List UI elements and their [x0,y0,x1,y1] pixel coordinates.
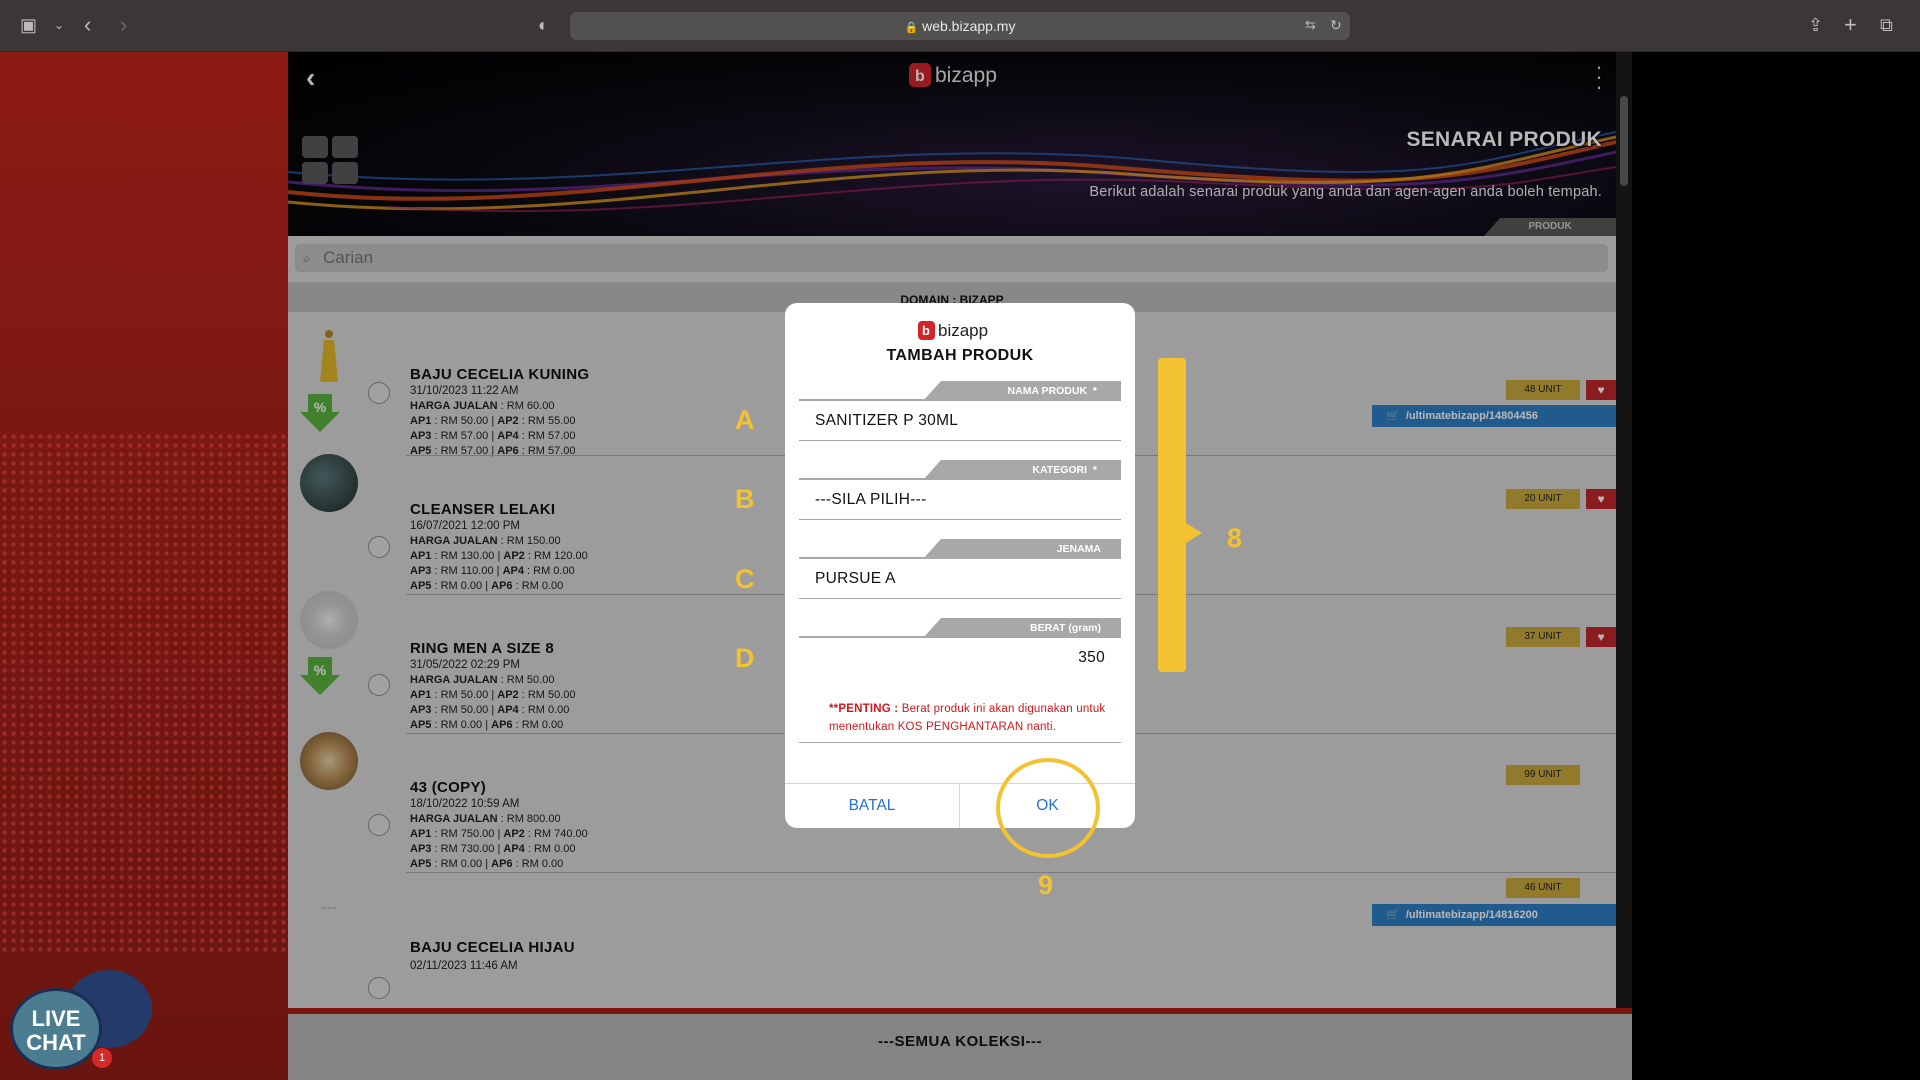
annotation-ok-highlight [996,758,1100,858]
new-tab-icon[interactable]: + [1844,14,1857,36]
left-background [0,52,288,1080]
annotation-a: A [735,405,755,435]
annotation-8: 8 [1227,523,1243,553]
lock-icon: 🔒 [904,22,919,34]
add-product-dialog: b bizapp TAMBAH PRODUK NAMA PRODUK * SAN… [785,303,1135,828]
category-select[interactable]: ---SILA PILIH--- [799,480,1121,520]
field-label-weight: BERAT (gram) [799,618,1121,638]
annotation-c: C [735,564,755,594]
live-chat-line1: LIVE [31,1006,81,1031]
field-label-product-name: NAMA PRODUK * [799,381,1121,401]
cancel-button[interactable]: BATAL [785,784,960,828]
field-label-category: KATEGORI * [799,460,1121,480]
sidebar-toggle-icon[interactable]: ▣ [20,14,37,36]
right-background [1632,52,1920,1080]
annotation-b: B [735,484,755,514]
address-bar[interactable]: 🔒 web.bizapp.my [570,12,1350,40]
brand-field[interactable]: PURSUE A [799,559,1121,599]
bizapp-logo: b bizapp [918,321,988,340]
privacy-shield-icon[interactable]: ◐ [538,14,549,36]
live-chat-widget[interactable]: LIVE CHAT 1 [6,970,152,1080]
svg-text:b: b [922,323,930,338]
tab-overview-icon[interactable]: ⧉ [1880,14,1893,36]
back-arrow-icon[interactable]: ‹ [84,14,91,36]
browser-toolbar: ▣ ⌄ ‹ › ◐ 🔒 web.bizapp.my ⇆ ↻ ⇪ + ⧉ [0,0,1920,52]
logo-text: bizapp [938,321,988,340]
product-name-field[interactable]: SANITIZER P 30ML [799,401,1121,441]
live-chat-line2: CHAT [26,1030,86,1055]
annotation-bracket [1158,358,1186,672]
weight-field[interactable]: 350 [799,638,1121,678]
translate-icon[interactable]: ⇆ [1305,14,1316,36]
dialog-title: TAMBAH PRODUK [886,347,1034,364]
chat-bubble-icon: LIVE CHAT [10,988,102,1070]
url-text: web.bizapp.my [922,18,1016,34]
forward-arrow-icon[interactable]: › [120,14,127,36]
weight-note: **PENTING : Berat produk ini akan diguna… [799,700,1121,743]
world-map-dots [0,432,288,952]
field-label-brand: JENAMA [799,539,1121,559]
annotation-d: D [735,643,755,673]
annotation-arrow [1186,523,1202,543]
chevron-down-icon[interactable]: ⌄ [54,14,64,36]
share-icon[interactable]: ⇪ [1808,14,1823,36]
reload-icon[interactable]: ↻ [1330,14,1342,36]
notification-badge: 1 [92,1048,112,1068]
annotation-9: 9 [1038,870,1054,900]
